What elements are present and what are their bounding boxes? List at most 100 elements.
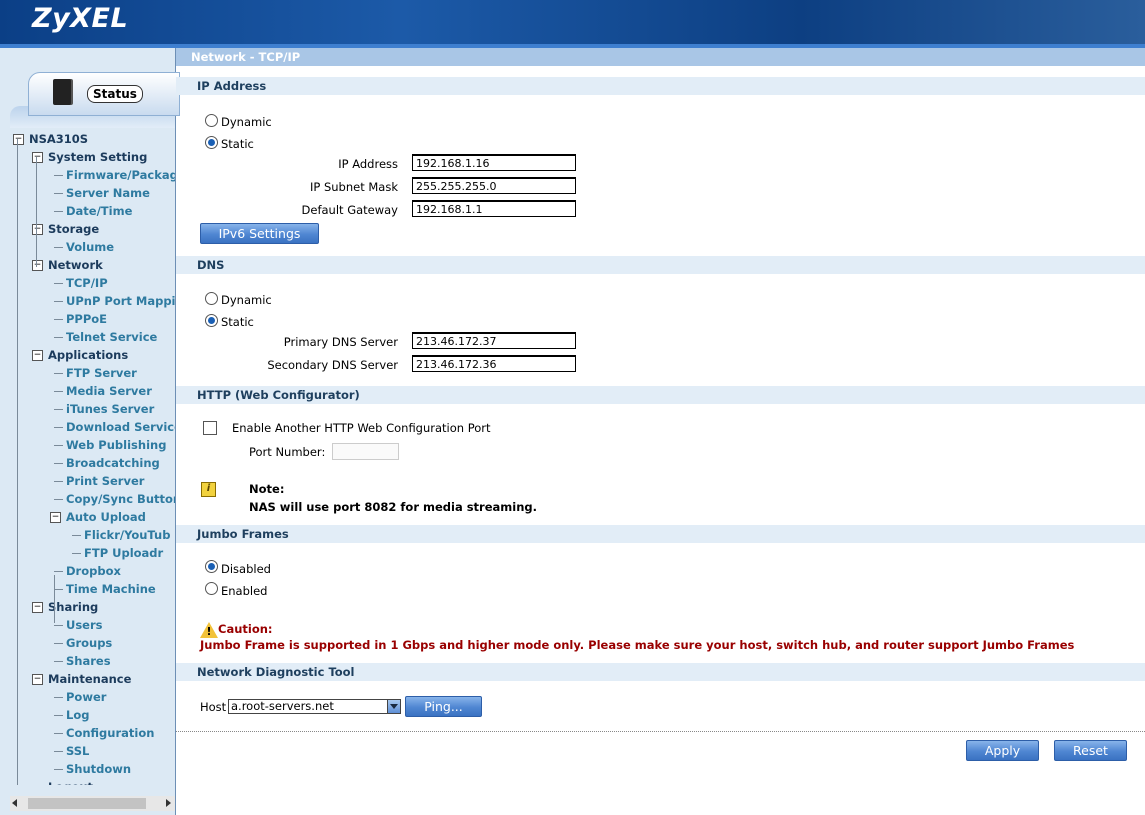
ip-static-label: Static xyxy=(221,137,254,151)
ping-button[interactable]: Ping... xyxy=(405,696,482,717)
sidebar-item-print-server[interactable]: Print Server xyxy=(66,472,144,490)
sidebar-item-log[interactable]: Log xyxy=(66,706,89,724)
scroll-left-icon[interactable] xyxy=(12,799,17,807)
sidebar-horizontal-scrollbar[interactable] xyxy=(10,796,175,811)
default-gateway-field[interactable]: 192.168.1.1 xyxy=(412,200,576,217)
sidebar-item-nsa310s[interactable]: NSA310S xyxy=(29,130,88,148)
navigation-tree: NSA310S − System Setting − Firmware/Packag Se… xyxy=(0,130,175,785)
collapse-icon[interactable]: − xyxy=(13,134,24,145)
tree-connector xyxy=(54,175,63,176)
primary-dns-field[interactable]: 213.46.172.37 xyxy=(412,332,576,349)
sidebar-item-server-name[interactable]: Server Name xyxy=(66,184,150,202)
sidebar-item-ssl[interactable]: SSL xyxy=(66,742,89,760)
collapse-icon[interactable]: − xyxy=(32,602,43,613)
tree-connector xyxy=(54,373,63,374)
sidebar-item-broadcatching[interactable]: Broadcatching xyxy=(66,454,160,472)
dns-dynamic-label: Dynamic xyxy=(221,293,272,307)
jumbo-enabled-radio[interactable] xyxy=(205,582,218,595)
sidebar-item-web-publishing[interactable]: Web Publishing xyxy=(66,436,166,454)
tree-connector xyxy=(54,319,63,320)
tree-connector xyxy=(54,697,63,698)
sidebar-item-ftp-uploadr[interactable]: FTP Uploadr xyxy=(84,544,163,562)
apply-button[interactable]: Apply xyxy=(966,740,1039,761)
sidebar-item-shares[interactable]: Shares xyxy=(66,652,111,670)
sidebar-item-users[interactable]: Users xyxy=(66,616,103,634)
sidebar: Status NSA310S − System Setting − Firmware/P… xyxy=(0,48,180,815)
ip-static-radio[interactable] xyxy=(205,136,218,149)
sidebar-item-ftp-server[interactable]: FTP Server xyxy=(66,364,137,382)
sidebar-item-time-machine[interactable]: Time Machine xyxy=(66,580,156,598)
tree-connector xyxy=(54,751,63,752)
subnet-mask-label: IP Subnet Mask xyxy=(309,180,398,194)
nas-device-icon xyxy=(53,79,71,105)
sidebar-item-firmware-packag[interactable]: Firmware/Packag xyxy=(66,166,175,184)
tree-guide-line xyxy=(36,157,37,267)
sidebar-item-storage[interactable]: Storage xyxy=(48,220,99,238)
ipv6-settings-button[interactable]: IPv6 Settings xyxy=(200,223,319,244)
tree-connector xyxy=(54,193,63,194)
sidebar-item-upnp-port-mappin[interactable]: UPnP Port Mappin xyxy=(66,292,175,310)
dns-static-label: Static xyxy=(221,315,254,329)
ip-dynamic-radio[interactable] xyxy=(205,114,218,127)
sidebar-item-sharing[interactable]: Sharing xyxy=(48,598,98,616)
dns-static-radio[interactable] xyxy=(205,314,218,327)
sidebar-item-dropbox[interactable]: Dropbox xyxy=(66,562,121,580)
tree-connector xyxy=(54,481,63,482)
secondary-dns-field[interactable]: 213.46.172.36 xyxy=(412,355,576,372)
chevron-down-icon[interactable] xyxy=(387,700,400,713)
sidebar-item-tcp-ip[interactable]: TCP/IP xyxy=(66,274,108,292)
primary-dns-label: Primary DNS Server xyxy=(283,335,398,349)
dns-dynamic-radio[interactable] xyxy=(205,292,218,305)
tree-connector xyxy=(54,445,63,446)
sidebar-item-auto-upload[interactable]: Auto Upload xyxy=(66,508,146,526)
host-select-value: a.root-servers.net xyxy=(231,699,334,713)
collapse-icon[interactable]: − xyxy=(50,512,61,523)
enable-http-port-checkbox[interactable] xyxy=(203,421,217,435)
sidebar-item-volume[interactable]: Volume xyxy=(66,238,114,256)
collapse-icon[interactable]: − xyxy=(32,224,43,235)
sidebar-item-shutdown[interactable]: Shutdown xyxy=(66,760,131,778)
sidebar-item-copy-sync-button[interactable]: Copy/Sync Button xyxy=(66,490,175,508)
top-header: ZyXEL xyxy=(0,0,1145,48)
tree-connector xyxy=(72,535,81,536)
sidebar-item-power[interactable]: Power xyxy=(66,688,106,706)
sidebar-item-groups[interactable]: Groups xyxy=(66,634,112,652)
sidebar-item-flickr-youtub[interactable]: Flickr/YouTub xyxy=(84,526,170,544)
sidebar-item-network[interactable]: Network xyxy=(48,256,103,274)
scroll-right-icon[interactable] xyxy=(166,799,171,807)
sidebar-item-applications[interactable]: Applications xyxy=(48,346,128,364)
sidebar-item-date-time[interactable]: Date/Time xyxy=(66,202,132,220)
port-number-field[interactable] xyxy=(332,443,399,460)
sidebar-item-maintenance[interactable]: Maintenance xyxy=(48,670,131,688)
tree-guide-line xyxy=(54,575,55,623)
collapse-icon[interactable]: − xyxy=(32,260,43,271)
collapse-icon[interactable]: − xyxy=(32,350,43,361)
subnet-mask-field[interactable]: 255.255.255.0 xyxy=(412,177,576,194)
sidebar-item-telnet-service[interactable]: Telnet Service xyxy=(66,328,157,346)
collapse-icon[interactable]: − xyxy=(32,674,43,685)
ip-address-label: IP Address xyxy=(338,157,398,171)
section-http: HTTP (Web Configurator) xyxy=(176,386,1145,404)
jumbo-disabled-radio[interactable] xyxy=(205,560,218,573)
host-select[interactable]: a.root-servers.net xyxy=(228,699,401,714)
section-dns: DNS xyxy=(176,256,1145,274)
reset-button[interactable]: Reset xyxy=(1054,740,1127,761)
page-title: Network - TCP/IP xyxy=(176,48,1145,66)
collapse-icon[interactable]: − xyxy=(32,152,43,163)
sidebar-item-itunes-server[interactable]: iTunes Server xyxy=(66,400,154,418)
caution-warning-mark: ! xyxy=(206,625,212,638)
scrollbar-thumb[interactable] xyxy=(28,798,146,809)
ip-address-field[interactable]: 192.168.1.16 xyxy=(412,154,576,171)
note-info-icon: i xyxy=(201,482,216,497)
tree-connector xyxy=(54,391,63,392)
status-tab[interactable]: Status xyxy=(28,72,180,116)
sidebar-item-logout[interactable]: Logout xyxy=(48,778,93,785)
section-ip-address: IP Address xyxy=(176,77,1145,95)
note-title: Note: xyxy=(249,482,285,496)
default-gateway-label: Default Gateway xyxy=(301,203,398,217)
sidebar-item-system-setting[interactable]: System Setting xyxy=(48,148,147,166)
sidebar-item-pppoe[interactable]: PPPoE xyxy=(66,310,107,328)
sidebar-item-download-service[interactable]: Download Service xyxy=(66,418,175,436)
sidebar-item-configuration[interactable]: Configuration xyxy=(66,724,154,742)
sidebar-item-media-server[interactable]: Media Server xyxy=(66,382,152,400)
